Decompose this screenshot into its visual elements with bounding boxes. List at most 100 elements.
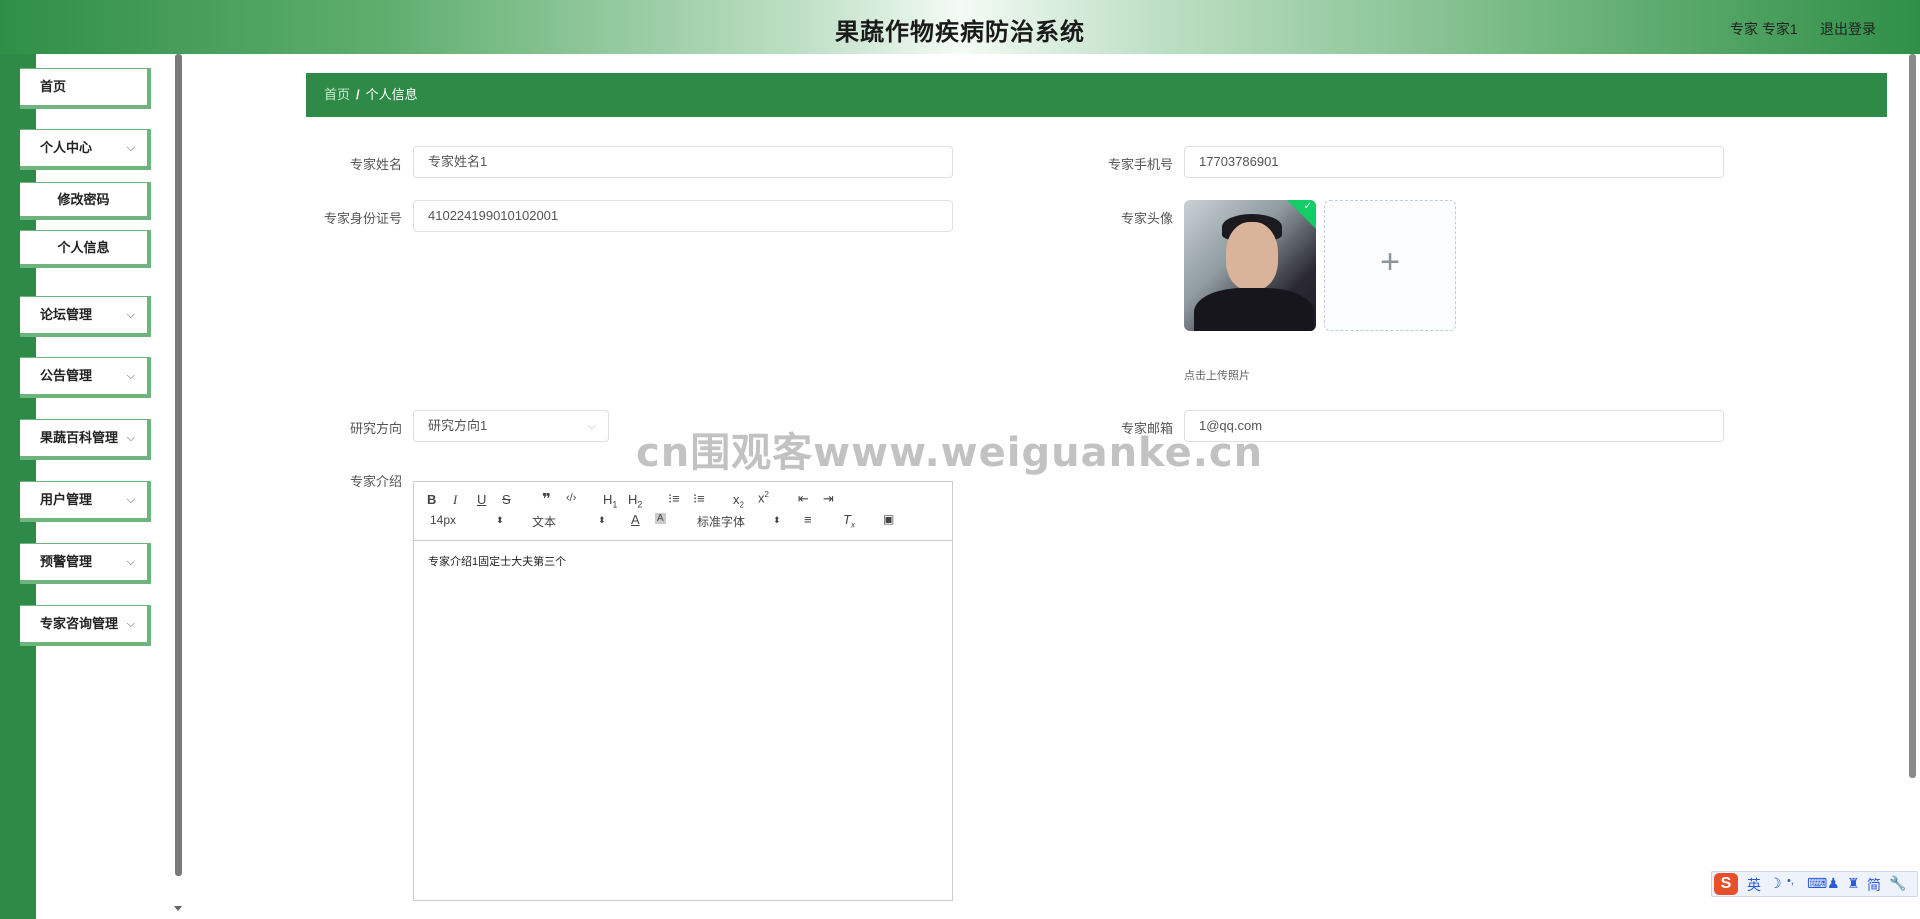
research-select-value: 研究方向1 [428, 418, 488, 433]
underline-icon[interactable]: U [477, 492, 486, 507]
watermark: cn围观客www.weiguanke.cn [636, 430, 1264, 476]
sidebar-item-users[interactable]: 用户管理 ⌵ [20, 481, 151, 522]
code-icon[interactable]: ‹/› [566, 492, 576, 504]
quote-icon[interactable]: ❞ [542, 490, 551, 508]
page-title: 果蔬作物疾病防治系统 [835, 18, 1085, 46]
select-arrows-icon: ⬍ [773, 515, 781, 525]
font-size-select[interactable]: 14px ⬍ [430, 513, 504, 527]
keyboard-icon[interactable]: ⌨ [1807, 875, 1827, 892]
breadcrumb: 首页 / 个人信息 [306, 73, 1887, 117]
punctuation-icon[interactable]: •, [1787, 875, 1794, 887]
sidebar-item-personal-center[interactable]: 个人中心 ⌵ [20, 129, 151, 170]
sidebar-item-label: 论坛管理 [40, 307, 93, 322]
ordered-list-icon[interactable]: ⁝≡ [668, 491, 680, 507]
image-icon[interactable]: ▣ [883, 512, 894, 526]
chevron-down-icon: ⌵ [126, 142, 135, 154]
chevron-down-icon: ⌵ [587, 420, 596, 432]
sidebar-item-forum[interactable]: 论坛管理 ⌵ [20, 296, 151, 337]
chevron-down-icon: ⌵ [126, 309, 135, 321]
chevron-down-icon: ⌵ [126, 556, 135, 568]
select-arrows-icon: ⬍ [598, 515, 606, 525]
check-icon: ✓ [1303, 201, 1312, 212]
avatar-image[interactable]: ✓ [1184, 200, 1316, 331]
sidebar-item-warning[interactable]: 预警管理 ⌵ [20, 543, 151, 584]
name-field[interactable]: 专家姓名1 [413, 146, 953, 178]
sidebar-item-change-password[interactable]: 修改密码 [20, 182, 151, 220]
upload-hint: 点击上传照片 [1184, 370, 1250, 382]
skin-icon[interactable]: ♜ [1847, 875, 1860, 892]
bold-icon[interactable]: B [427, 492, 436, 507]
font-size-value: 14px [430, 513, 457, 527]
intro-label: 专家介绍 [349, 474, 402, 489]
name-label: 专家姓名 [349, 157, 402, 172]
main-scrollbar[interactable] [1909, 54, 1916, 778]
h1-icon[interactable]: H1 [603, 492, 617, 510]
top-header: 果蔬作物疾病防治系统 专家 专家1 退出登录 [0, 0, 1920, 54]
current-user: 专家 专家1 [1730, 21, 1798, 37]
user-icon[interactable]: ♟ [1827, 875, 1840, 892]
sidebar-item-label: 修改密码 [57, 192, 110, 207]
select-arrows-icon: ⬍ [496, 515, 504, 525]
clear-format-icon[interactable]: Tx [843, 512, 855, 530]
sidebar-item-label: 预警管理 [40, 554, 93, 569]
sidebar-item-label: 公告管理 [40, 368, 93, 383]
sidebar-item-label: 用户管理 [40, 492, 93, 507]
chevron-down-icon: ⌵ [126, 370, 135, 382]
font-family-value: 标准字体 [697, 515, 746, 529]
italic-icon[interactable]: I [453, 492, 457, 508]
avatar-label: 专家头像 [1120, 211, 1173, 226]
research-select[interactable]: 研究方向1 ⌵ [413, 410, 609, 442]
sidebar-item-label: 个人信息 [57, 240, 110, 255]
avatar-face [1226, 222, 1278, 290]
sidebar-item-encyclopedia[interactable]: 果蔬百科管理 ⌵ [20, 419, 151, 460]
sidebar-item-label: 专家咨询管理 [40, 616, 119, 631]
sidebar-item-notice[interactable]: 公告管理 ⌵ [20, 357, 151, 398]
sidebar-item-consult[interactable]: 专家咨询管理 ⌵ [20, 605, 151, 646]
editor-content[interactable]: 专家介绍1固定士大夫第三个 [428, 553, 566, 569]
subscript-icon[interactable]: x2 [733, 492, 744, 510]
h2-icon[interactable]: H2 [628, 492, 642, 510]
sidebar-item-home[interactable]: 首页 [20, 68, 151, 109]
chevron-down-icon: ⌵ [126, 494, 135, 506]
sidebar-scrollbar[interactable] [175, 54, 182, 876]
sidebar-item-label: 果蔬百科管理 [40, 430, 119, 445]
breadcrumb-current: 个人信息 [365, 87, 418, 102]
scroll-down-arrow-icon[interactable] [174, 906, 182, 911]
id-number-field[interactable]: 410224199010102001 [413, 200, 953, 232]
id-number-label: 专家身份证号 [323, 211, 402, 226]
ime-lang[interactable]: 英 [1747, 875, 1761, 895]
sogou-logo-icon: S [1714, 873, 1738, 895]
breadcrumb-home[interactable]: 首页 [324, 87, 350, 102]
editor-toolbar: B I U S ❞ ‹/› H1 H2 ⁝≡ ⁝≡ x2 x2 ⇤ ⇥ 14px… [414, 482, 952, 541]
block-type-select[interactable]: 文本 ⬍ [532, 513, 606, 530]
plus-icon: + [1380, 243, 1400, 281]
strike-icon[interactable]: S [502, 492, 511, 507]
block-type-value: 文本 [532, 515, 557, 529]
avatar-body [1194, 288, 1314, 331]
align-icon[interactable]: ≡ [804, 512, 812, 527]
outdent-icon[interactable]: ⇤ [798, 491, 809, 507]
intro-editor[interactable]: B I U S ❞ ‹/› H1 H2 ⁝≡ ⁝≡ x2 x2 ⇤ ⇥ 14px… [413, 481, 953, 901]
chevron-down-icon: ⌵ [126, 618, 135, 630]
superscript-icon[interactable]: x2 [758, 490, 769, 505]
logout-link[interactable]: 退出登录 [1820, 19, 1876, 39]
ime-toolbar[interactable]: S 英 ☽ •, ⌨ ♟ ♜ 简 🔧 [1711, 871, 1918, 897]
chevron-down-icon: ⌵ [126, 432, 135, 444]
bullet-list-icon[interactable]: ⁝≡ [693, 491, 705, 507]
breadcrumb-separator: / [356, 87, 360, 102]
sidebar-item-personal-info[interactable]: 个人信息 [20, 230, 151, 268]
phone-label: 专家手机号 [1107, 157, 1173, 172]
sidebar-item-label: 个人中心 [40, 140, 93, 155]
phone-field[interactable]: 17703786901 [1184, 146, 1724, 178]
sidebar-item-label: 首页 [40, 79, 67, 94]
font-color-icon[interactable]: A [631, 512, 640, 527]
ime-mode[interactable]: 简 [1867, 875, 1881, 895]
research-label: 研究方向 [349, 421, 402, 436]
background-color-icon[interactable]: A [655, 513, 666, 524]
font-family-select[interactable]: 标准字体 ⬍ [697, 513, 781, 530]
moon-icon[interactable]: ☽ [1769, 875, 1782, 892]
email-field[interactable]: 1@qq.com [1184, 410, 1724, 442]
upload-avatar-button[interactable]: + [1324, 200, 1456, 331]
indent-icon[interactable]: ⇥ [823, 491, 834, 507]
wrench-icon[interactable]: 🔧 [1889, 875, 1906, 892]
